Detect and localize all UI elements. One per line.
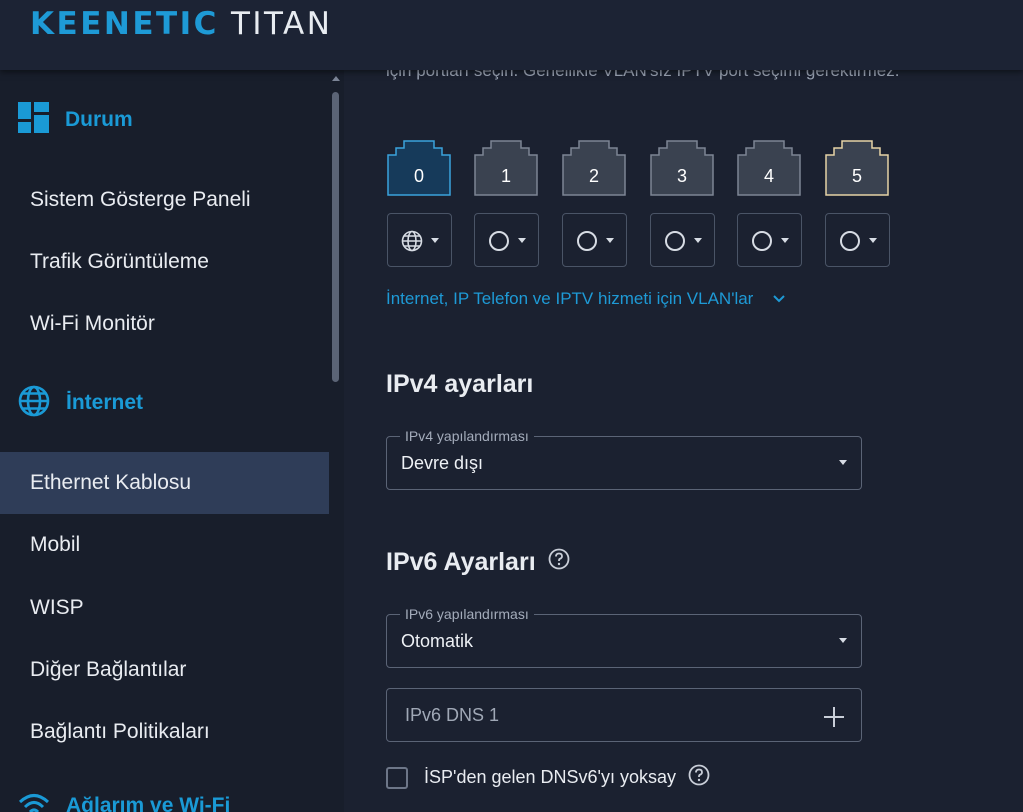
ipv6-title-text: IPv6 Ayarları — [386, 548, 536, 576]
port-number: 0 — [413, 166, 424, 186]
port-number: 2 — [588, 166, 599, 186]
ipv4-config-value: Devre dışı — [401, 453, 484, 473]
port-5-mode-select[interactable] — [825, 213, 890, 267]
main-content: için portları seçin. Genellikle VLAN'sız… — [344, 70, 1023, 812]
chevron-down-icon — [869, 238, 877, 243]
ipv6-config-label: IPv6 yapılandırması — [400, 606, 534, 622]
port-number: 5 — [851, 166, 862, 186]
sidebar-section-durum[interactable]: Durum — [18, 102, 133, 138]
circle-icon — [751, 230, 773, 257]
help-icon[interactable] — [688, 764, 710, 791]
sidebar-item-wisp[interactable]: WISP — [0, 577, 329, 639]
sidebar-item-diger-baglantilar[interactable]: Diğer Bağlantılar — [0, 639, 329, 701]
ipv6-config-value: Otomatik — [401, 631, 474, 651]
ipv6-dns-placeholder: IPv6 DNS 1 — [405, 705, 500, 725]
sidebar-section-aglarim-ve-wifi[interactable]: Ağlarım ve Wi-Fi — [18, 788, 230, 812]
top-header: KEENETIC TITAN — [0, 0, 1023, 70]
sidebar-item-sistem-gosterge-paneli[interactable]: Sistem Gösterge Paneli — [0, 169, 329, 231]
chevron-down-icon — [839, 460, 847, 465]
ipv6-config-select[interactable]: IPv6 yapılandırması Otomatik — [386, 606, 862, 668]
sidebar-item-trafik-goruntuleme[interactable]: Trafik Görüntüleme — [0, 231, 329, 293]
ignore-isp-dnsv6-checkbox[interactable] — [386, 766, 408, 789]
chevron-down-icon — [839, 638, 847, 643]
port-0-mode-select[interactable] — [387, 213, 452, 267]
brand-name: KEENETIC — [30, 6, 219, 42]
chevron-down-icon — [694, 238, 702, 243]
sidebar-section-label: Ağlarım ve Wi-Fi — [66, 794, 231, 812]
circle-icon — [664, 230, 686, 257]
chevron-down-icon — [781, 238, 789, 243]
vlan-link-label: İnternet, IP Telefon ve IPTV hizmeti içi… — [386, 289, 754, 308]
ipv6-section-title: IPv6 Ayarları — [386, 548, 570, 577]
brand-logo[interactable]: KEENETIC TITAN — [30, 6, 332, 42]
port-number: 3 — [676, 166, 687, 186]
sidebar: Durum Sistem Gösterge Paneli Trafik Görü… — [0, 70, 344, 812]
port-3-mode-select[interactable] — [650, 213, 715, 267]
ipv4-section-title: IPv4 ayarları — [386, 370, 533, 399]
chevron-down-icon — [518, 238, 526, 243]
port-1[interactable]: 1 — [473, 140, 539, 196]
vlan-expand-link[interactable]: İnternet, IP Telefon ve IPTV hizmeti içi… — [386, 289, 786, 309]
port-4-mode-select[interactable] — [737, 213, 802, 267]
ignore-isp-dnsv6-row: İSP'den gelen DNSv6'yı yoksay — [386, 764, 710, 791]
port-0[interactable]: 0 — [386, 140, 452, 196]
sidebar-item-wifi-monitor[interactable]: Wi-Fi Monitör — [0, 293, 329, 355]
sidebar-section-internet[interactable]: İnternet — [18, 385, 143, 421]
sidebar-item-mobil[interactable]: Mobil — [0, 514, 329, 576]
port-instruction-text: için portları seçin. Genellikle VLAN'sız… — [386, 70, 900, 80]
port-number: 1 — [500, 166, 511, 186]
scroll-up-arrow-icon[interactable] — [332, 76, 340, 81]
globe-icon — [18, 385, 50, 422]
sidebar-section-label: Durum — [65, 108, 133, 131]
sidebar-scrollbar[interactable] — [328, 70, 344, 812]
port-2[interactable]: 2 — [561, 140, 627, 196]
globe-icon — [401, 230, 423, 257]
help-icon[interactable] — [548, 548, 570, 577]
sidebar-section-label: İnternet — [66, 391, 144, 414]
port-4[interactable]: 4 — [736, 140, 802, 196]
chevron-down-icon — [606, 238, 614, 243]
plus-icon[interactable] — [823, 706, 845, 733]
port-5[interactable]: 5 — [824, 140, 890, 196]
sidebar-item-baglanti-politikalari[interactable]: Bağlantı Politikaları — [0, 701, 329, 763]
port-2-mode-select[interactable] — [562, 213, 627, 267]
ignore-isp-dnsv6-label: İSP'den gelen DNSv6'yı yoksay — [424, 767, 676, 787]
model-name: TITAN — [230, 6, 333, 42]
circle-icon — [839, 230, 861, 257]
port-1-mode-select[interactable] — [474, 213, 539, 267]
sidebar-item-ethernet-kablosu[interactable]: Ethernet Kablosu — [0, 452, 329, 514]
port-number: 4 — [763, 166, 774, 186]
ipv6-dns-1-input[interactable]: IPv6 DNS 1 — [386, 688, 862, 742]
ipv4-config-label: IPv4 yapılandırması — [400, 428, 534, 444]
circle-icon — [576, 230, 598, 257]
chevron-down-icon — [773, 295, 786, 303]
chevron-down-icon — [431, 238, 439, 243]
circle-icon — [488, 230, 510, 257]
ipv4-config-select[interactable]: IPv4 yapılandırması Devre dışı — [386, 428, 862, 490]
scrollbar-thumb[interactable] — [332, 92, 339, 382]
port-3[interactable]: 3 — [649, 140, 715, 196]
ipv4-title-text: IPv4 ayarları — [386, 370, 534, 398]
wifi-icon — [18, 788, 50, 812]
dashboard-icon — [18, 102, 49, 138]
